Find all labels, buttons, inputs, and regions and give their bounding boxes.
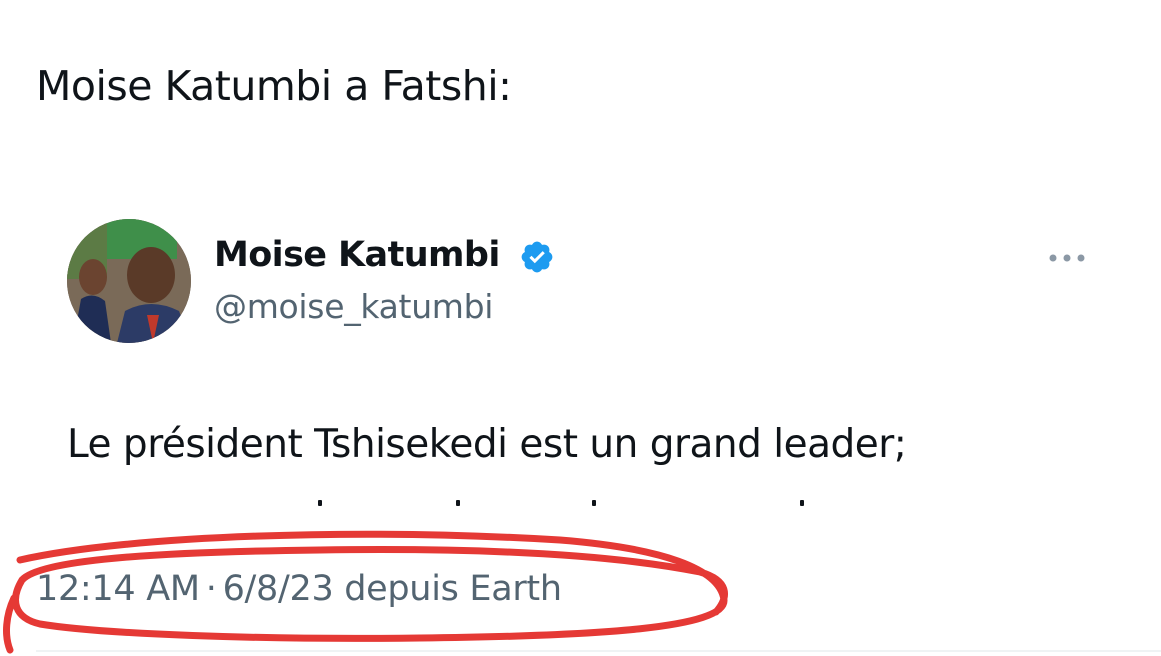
tweet-text-truncated-line: [300, 500, 820, 510]
author-name[interactable]: Moise Katumbi: [214, 235, 500, 275]
tweet-text: Le président Tshisekedi est un grand lea…: [67, 422, 907, 467]
tweet-date-source: 6/8/23 depuis Earth: [222, 569, 562, 609]
divider: [36, 650, 1161, 652]
author-handle[interactable]: @moise_katumbi: [214, 287, 493, 326]
avatar-photo: [67, 219, 191, 343]
verified-check-icon: [521, 241, 553, 273]
more-options-icon[interactable]: [1041, 246, 1093, 270]
timestamp-separator: ·: [205, 569, 217, 609]
post-heading: Moise Katumbi a Fatshi:: [36, 62, 512, 110]
tweet-timestamp[interactable]: 12:14 AM · 6/8/23 depuis Earth: [36, 569, 562, 609]
avatar[interactable]: [67, 219, 191, 343]
tweet-time: 12:14 AM: [36, 569, 200, 609]
